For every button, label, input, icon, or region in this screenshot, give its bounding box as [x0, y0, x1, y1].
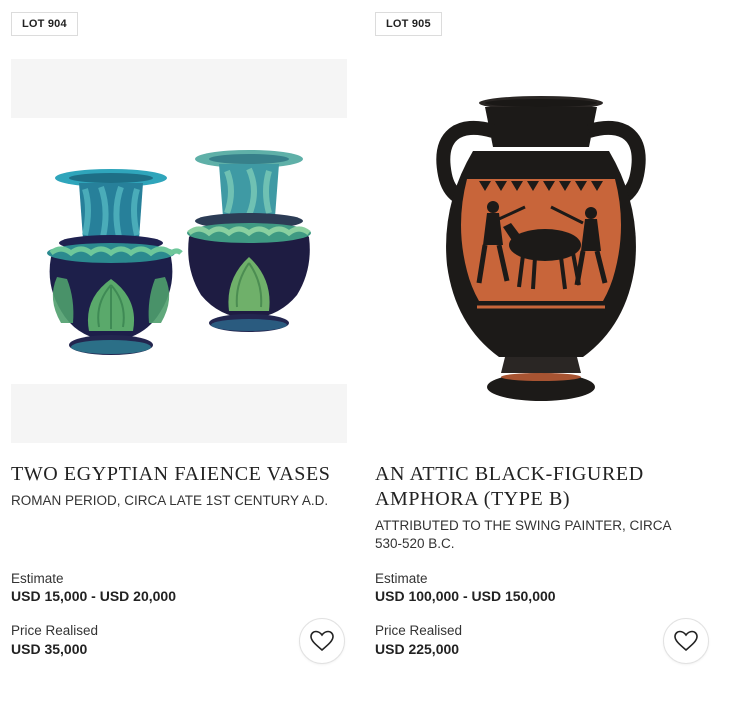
image-band-bottom	[11, 384, 347, 443]
lot-title[interactable]: TWO EGYPTIAN FAIENCE VASES	[11, 462, 351, 487]
lot-image[interactable]	[11, 59, 347, 443]
heart-icon	[674, 630, 698, 652]
faience-vases-image	[47, 150, 311, 355]
estimate-value: USD 100,000 - USD 150,000	[375, 588, 556, 604]
favorite-button[interactable]	[299, 618, 345, 664]
lot-title-line-2: AMPHORA (TYPE B)	[375, 488, 571, 510]
lot-card-905[interactable]: LOT 905 AN ATTIC BLACK-FIGURED AMPHORA (…	[375, 0, 715, 702]
estimate-label: Estimate	[11, 571, 64, 586]
estimate-label: Estimate	[375, 571, 428, 586]
lot-card-904[interactable]: LOT 904 TWO EGYPTIAN FAIENCE VASES ROMAN…	[11, 0, 351, 702]
lot-subtitle-line-1: ATTRIBUTED TO THE SWING PAINTER, CIRCA	[375, 518, 672, 533]
image-band-top	[11, 59, 347, 118]
lot-title[interactable]: AN ATTIC BLACK-FIGURED AMPHORA (TYPE B)	[375, 462, 715, 512]
lot-badge: LOT 905	[375, 12, 442, 36]
lot-badge: LOT 904	[11, 12, 78, 36]
heart-icon	[310, 630, 334, 652]
favorite-button[interactable]	[663, 618, 709, 664]
price-realised-value: USD 35,000	[11, 641, 88, 657]
estimate-value: USD 15,000 - USD 20,000	[11, 588, 176, 604]
lot-image[interactable]	[375, 59, 711, 443]
price-realised-value: USD 225,000	[375, 641, 460, 657]
lot-title-line-1: AN ATTIC BLACK-FIGURED	[375, 463, 644, 485]
lot-subtitle: ATTRIBUTED TO THE SWING PAINTER, CIRCA 5…	[375, 517, 715, 553]
lot-subtitle: ROMAN PERIOD, CIRCA LATE 1ST CENTURY A.D…	[11, 493, 329, 508]
amphora-image	[436, 96, 646, 401]
lot-subtitle-line-2: 530-520 B.C.	[375, 536, 455, 551]
price-realised-label: Price Realised	[375, 623, 463, 638]
price-realised-label: Price Realised	[11, 623, 99, 638]
